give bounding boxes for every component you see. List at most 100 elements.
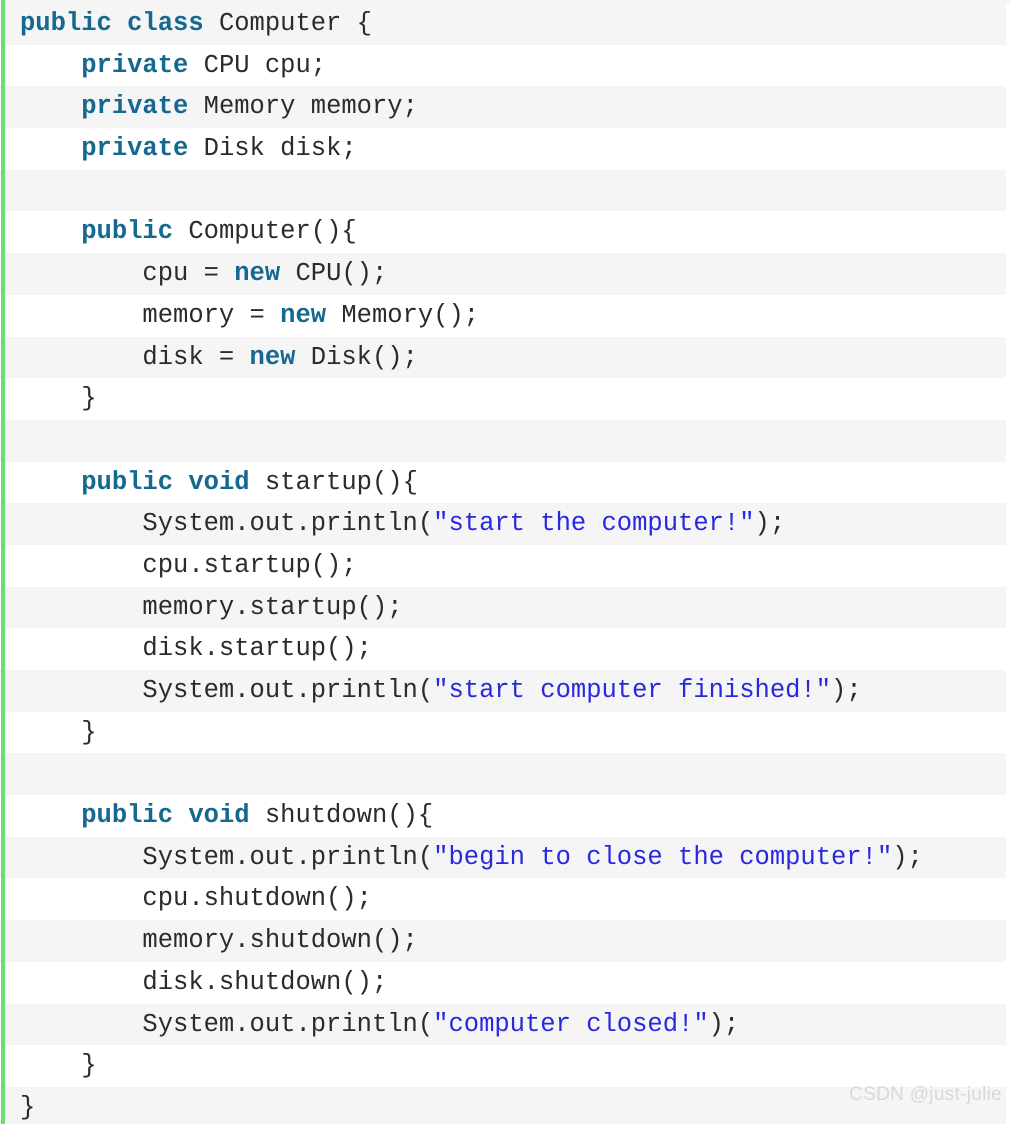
code-token-kw: new <box>249 342 296 372</box>
code-line <box>0 419 1006 462</box>
code-token-pl: } <box>20 384 97 414</box>
code-token-kw: new <box>280 300 327 330</box>
code-token-pl: } <box>20 1051 97 1081</box>
code-line: memory.shutdown(); <box>0 920 1006 962</box>
code-token-pl: CPU cpu; <box>188 50 327 80</box>
code-line: System.out.println("start computer finis… <box>0 670 1006 712</box>
code-line-text: cpu.shutdown(); <box>0 878 1006 920</box>
code-line-text: memory.startup(); <box>0 587 1006 629</box>
code-line: System.out.println("computer closed!"); <box>0 1003 1006 1046</box>
code-line: disk.startup(); <box>0 628 1006 670</box>
code-line: disk = new Disk(); <box>0 336 1006 379</box>
code-line-text: memory = new Memory(); <box>0 295 1006 337</box>
code-line-text: System.out.println("start the computer!"… <box>0 503 1006 545</box>
code-token-pl: Computer { <box>203 9 372 38</box>
code-token-pl: shutdown(){ <box>249 801 434 831</box>
code-line: cpu.startup(); <box>0 544 1006 587</box>
code-token-pl: Disk disk; <box>188 134 357 164</box>
code-line: System.out.println("begin to close the c… <box>0 836 1006 879</box>
code-line-text: private Disk disk; <box>0 128 1006 170</box>
code-line-text: public class Computer { <box>0 3 1006 45</box>
code-line: cpu = new CPU(); <box>0 253 1006 295</box>
code-token-pl: ); <box>831 676 862 705</box>
code-token-kw: public void <box>81 467 250 497</box>
code-line-text: } <box>0 378 1006 420</box>
code-token-kw: private <box>81 50 189 80</box>
code-token-str: "start computer finished!" <box>433 676 832 705</box>
code-line: memory.startup(); <box>0 586 1006 629</box>
code-line-text: memory.shutdown(); <box>0 920 1006 962</box>
code-token-pl: System.out.println( <box>20 1009 434 1039</box>
code-token-pl: System.out.println( <box>20 509 434 539</box>
code-token-pl: startup(){ <box>249 467 418 497</box>
code-line-text: public Computer(){ <box>0 211 1006 253</box>
code-token-pl: memory.shutdown(); <box>20 926 418 956</box>
code-line: memory = new Memory(); <box>0 294 1006 337</box>
code-token-pl: cpu = <box>20 259 235 289</box>
code-line: public void shutdown(){ <box>0 795 1006 837</box>
code-token-kw: public void <box>81 801 250 831</box>
code-block: public class Computer { private CPU cpu;… <box>0 0 1010 1124</box>
code-line: } <box>0 711 1006 754</box>
code-token-pl: memory.startup(); <box>20 592 403 622</box>
code-line-text: System.out.println("begin to close the c… <box>0 837 1006 879</box>
code-token-kw: public class <box>20 9 204 38</box>
code-token-pl: ); <box>708 1009 740 1039</box>
code-token-pl: disk.shutdown(); <box>20 967 388 997</box>
csdn-watermark: CSDN @just-julie <box>849 1084 1002 1105</box>
code-line-text: cpu.startup(); <box>0 545 1006 587</box>
code-token-str: "computer closed!" <box>433 1009 709 1039</box>
code-lines: public class Computer { private CPU cpu;… <box>0 3 1010 1124</box>
code-line-text: private CPU cpu; <box>0 45 1006 87</box>
code-accent-bar <box>1 0 5 1124</box>
code-line-text: disk.shutdown(); <box>0 962 1006 1004</box>
code-line-text: private Memory memory; <box>0 86 1006 128</box>
code-line: private CPU cpu; <box>0 44 1006 87</box>
code-line <box>0 169 1006 212</box>
code-line: } <box>0 378 1006 420</box>
code-token-pl: ); <box>892 842 923 872</box>
code-line <box>0 753 1006 796</box>
code-top-edge <box>0 0 1010 3</box>
code-line-text: disk = new Disk(); <box>0 337 1006 379</box>
code-token-pl: cpu.startup(); <box>20 550 357 580</box>
code-line-text: cpu = new CPU(); <box>0 253 1006 295</box>
code-token-kw: private <box>81 134 189 164</box>
code-line: System.out.println("start the computer!"… <box>0 503 1006 545</box>
code-token-pl: memory = <box>20 300 281 330</box>
code-line: private Memory memory; <box>0 86 1006 129</box>
code-token-str: "begin to close the computer!" <box>433 842 893 872</box>
code-line-text: System.out.println("start computer finis… <box>0 670 1006 712</box>
code-line-text: } <box>0 1045 1006 1087</box>
code-token-kw: public <box>81 217 174 247</box>
code-token-pl: Disk(); <box>295 342 418 372</box>
code-line: private Disk disk; <box>0 128 1006 170</box>
code-line-text: public void shutdown(){ <box>0 795 1006 837</box>
code-line-text: } <box>0 712 1006 754</box>
code-token-str: "start the computer!" <box>433 509 755 539</box>
code-token-kw: new <box>234 259 281 289</box>
code-token-pl: } <box>20 1092 36 1122</box>
code-line: public Computer(){ <box>0 211 1006 254</box>
code-line: cpu.shutdown(); <box>0 878 1006 921</box>
code-token-pl: ); <box>754 509 786 539</box>
code-line-text: System.out.println("computer closed!"); <box>0 1004 1006 1046</box>
code-token-kw: private <box>81 92 189 122</box>
code-token-pl: cpu.shutdown(); <box>20 884 372 914</box>
code-token-pl: Memory memory; <box>188 92 418 122</box>
code-line: public void startup(){ <box>0 461 1006 504</box>
code-token-pl: System.out.println( <box>20 676 434 705</box>
code-token-pl: Memory(); <box>326 300 480 330</box>
code-token-pl: CPU(); <box>280 259 388 289</box>
code-token-pl: disk = <box>20 342 250 372</box>
code-token-pl: Computer(){ <box>173 217 357 247</box>
